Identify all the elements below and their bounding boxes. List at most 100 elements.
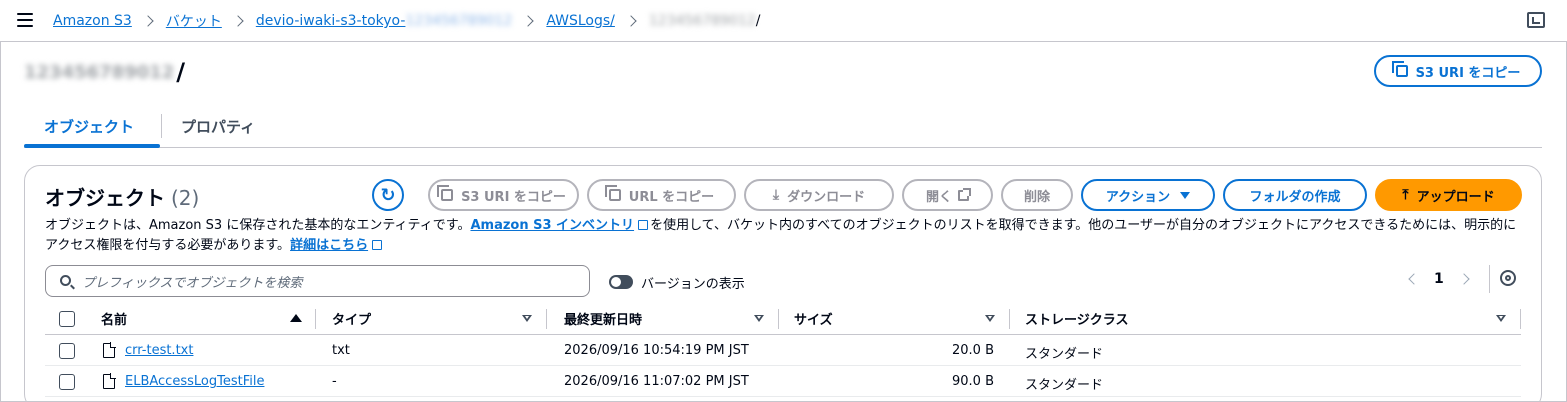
table-row[interactable]: crr-test.txt txt 2026/09/16 10:54:19 PM …: [45, 336, 1521, 366]
create-folder-text: フォルダの作成: [1249, 189, 1341, 205]
open-button[interactable]: 開く: [902, 179, 993, 211]
page-number[interactable]: 1: [1434, 271, 1444, 287]
copy-icon: [604, 185, 621, 201]
external-link-icon: [638, 220, 649, 230]
column-type[interactable]: タイプ: [332, 309, 371, 328]
show-versions-toggle[interactable]: [609, 275, 633, 289]
refresh-icon: ↻: [380, 184, 396, 206]
upload-text: アップロード: [1416, 189, 1495, 205]
file-icon: [103, 342, 116, 358]
column-divider: [546, 309, 547, 329]
title-slash: /: [176, 58, 186, 86]
copy-url-button[interactable]: URL をコピー: [587, 179, 736, 211]
menu-icon[interactable]: [17, 13, 33, 27]
breadcrumb-amazon-s3[interactable]: Amazon S3: [53, 13, 132, 29]
tab-objects[interactable]: オブジェクト: [44, 116, 134, 137]
copy-s3-uri-button[interactable]: S3 URI をコピー: [428, 179, 579, 211]
column-divider: [315, 309, 316, 329]
show-versions-label: バージョンの表示: [641, 277, 745, 292]
copy-s3-uri-label: S3 URI をコピー: [1415, 65, 1521, 81]
actions-dropdown-button[interactable]: アクション: [1081, 179, 1215, 211]
object-type: txt: [332, 343, 350, 358]
breadcrumb: Amazon S3 バケット devio-iwaki-s3-tokyo-1234…: [53, 11, 761, 31]
object-name-link[interactable]: ELBAccessLogTestFile: [125, 374, 264, 389]
column-storage-class[interactable]: ストレージクラス: [1025, 309, 1128, 328]
external-link-icon: [958, 187, 971, 201]
table-row[interactable]: ELBAccessLogTestFile - 2026/09/16 11:07:…: [45, 367, 1521, 397]
page-title: 123456789012/: [24, 58, 185, 86]
object-name-link[interactable]: crr-test.txt: [125, 343, 193, 358]
chevron-right-icon: [625, 15, 637, 27]
copy-icon: [1391, 61, 1408, 77]
breadcrumb-current: 123456789012/: [649, 13, 761, 29]
external-link-icon: [372, 240, 383, 250]
object-storage-class: スタンダード: [1025, 378, 1104, 393]
copy-icon: [437, 185, 454, 201]
tab-divider: [161, 114, 162, 138]
actions-text: アクション: [1105, 189, 1171, 205]
download-icon: ⤓: [772, 187, 780, 203]
column-size[interactable]: サイズ: [794, 309, 833, 328]
copy-s3-uri-header-button[interactable]: S3 URI をコピー: [1374, 55, 1542, 87]
caret-down-icon: [1180, 191, 1191, 199]
breadcrumb-buckets[interactable]: バケット: [166, 11, 222, 31]
objects-count: (2): [171, 186, 200, 210]
create-folder-button[interactable]: フォルダの作成: [1223, 179, 1367, 211]
search-icon: [60, 275, 71, 286]
previous-page-icon[interactable]: [1408, 273, 1420, 285]
row-checkbox[interactable]: [59, 374, 75, 390]
object-size: 20.0 B: [952, 343, 994, 358]
next-page-icon[interactable]: [1458, 273, 1470, 285]
chevron-right-icon: [522, 15, 534, 27]
column-name[interactable]: 名前: [101, 309, 127, 328]
bucket-suffix-redacted: 123456789012: [405, 13, 513, 29]
search-input[interactable]: プレフィックスでオブジェクトを検索: [45, 265, 590, 297]
object-last-modified: 2026/09/16 10:54:19 PM JST: [564, 343, 749, 358]
select-all-checkbox[interactable]: [59, 311, 75, 327]
active-tab-indicator: [24, 144, 160, 148]
breadcrumb-slash: /: [755, 13, 761, 29]
title-redacted: 123456789012: [24, 61, 175, 83]
objects-panel: オブジェクト (2) ↻ S3 URI をコピー URL をコピー ⤓ ダウンロー…: [24, 165, 1542, 402]
column-divider: [1009, 309, 1010, 329]
objects-title-text: オブジェクト: [45, 186, 165, 210]
gear-icon[interactable]: [1500, 270, 1516, 286]
upload-button[interactable]: ⤒ アップロード: [1375, 179, 1522, 211]
breadcrumb-bucket[interactable]: devio-iwaki-s3-tokyo-123456789012: [256, 13, 513, 29]
copy-s3-uri-text: S3 URI をコピー: [461, 189, 566, 205]
tab-bar: オブジェクト プロパティ: [24, 106, 1542, 148]
objects-panel-title: オブジェクト (2): [45, 182, 199, 211]
bucket-name-text: devio-iwaki-s3-tokyo-: [255, 13, 406, 29]
column-divider: [778, 309, 779, 329]
file-icon: [103, 373, 116, 389]
breadcrumb-awslogs[interactable]: AWSLogs/: [546, 13, 615, 29]
tab-properties[interactable]: プロパティ: [181, 116, 255, 137]
delete-button[interactable]: 削除: [1001, 179, 1073, 211]
sort-ascending-icon[interactable]: [290, 314, 302, 322]
inventory-link[interactable]: Amazon S3 インベントリ: [470, 218, 634, 233]
top-bar: Amazon S3 バケット devio-iwaki-s3-tokyo-1234…: [0, 0, 1567, 42]
chevron-right-icon: [232, 15, 244, 27]
sort-icon[interactable]: [1496, 315, 1506, 322]
sort-icon[interactable]: [522, 315, 532, 322]
search-placeholder: プレフィックスでオブジェクトを検索: [82, 275, 303, 291]
row-checkbox[interactable]: [59, 343, 75, 359]
copy-url-text: URL をコピー: [628, 189, 715, 205]
column-divider: [1520, 309, 1521, 329]
upload-icon: ⤒: [1402, 187, 1409, 203]
description-text-1: オブジェクトは、Amazon S3 に保存された基本的なエンティティです。: [45, 218, 471, 233]
pagination-divider: [1489, 265, 1490, 293]
object-storage-class: スタンダード: [1025, 347, 1104, 362]
learn-more-link[interactable]: 詳細はこちら: [290, 238, 368, 253]
delete-text: 削除: [1023, 189, 1050, 205]
download-button[interactable]: ⤓ ダウンロード: [744, 179, 894, 211]
chevron-right-icon: [142, 15, 154, 27]
account-id-redacted: 123456789012: [648, 13, 756, 29]
column-last-modified[interactable]: 最終更新日時: [564, 309, 642, 328]
open-text: 開く: [925, 189, 952, 205]
split-panel-icon[interactable]: [1527, 12, 1545, 28]
sort-icon[interactable]: [754, 315, 764, 322]
object-type: -: [332, 374, 337, 389]
sort-icon[interactable]: [985, 315, 995, 322]
refresh-button[interactable]: ↻: [372, 179, 404, 211]
